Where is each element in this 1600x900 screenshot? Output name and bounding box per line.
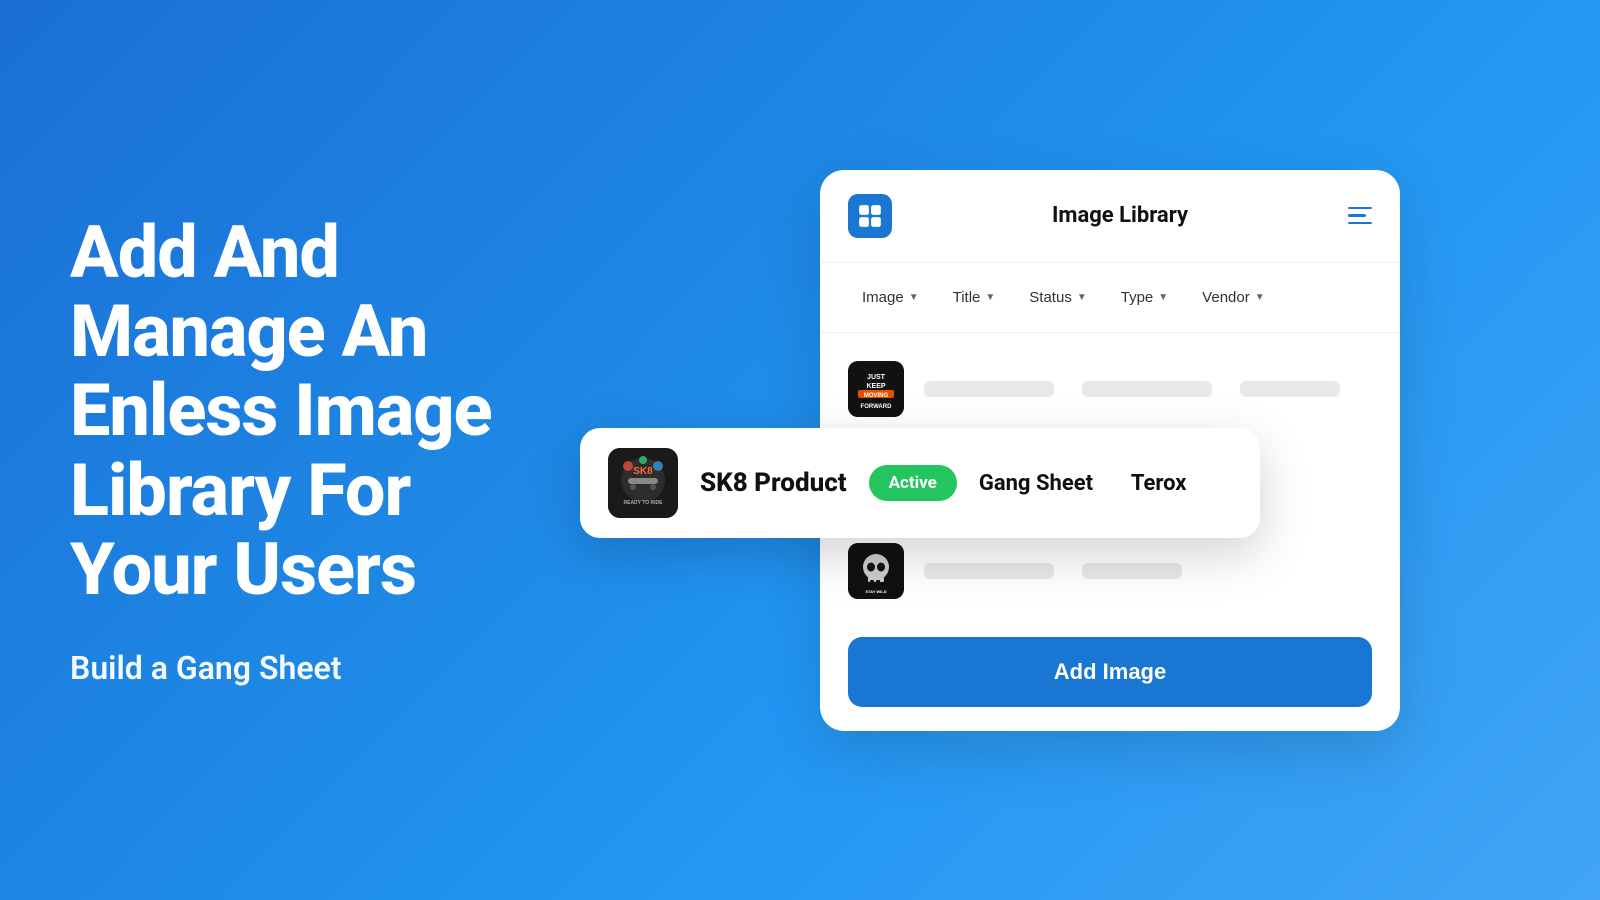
active-status-badge: Active [869, 465, 957, 501]
add-image-button[interactable]: Add Image [848, 637, 1372, 707]
hamburger-line-2 [1348, 214, 1366, 217]
just-keep-forward-graphic: JUST KEEP MOVING FORWARD [848, 361, 904, 417]
hamburger-line-3 [1348, 222, 1372, 225]
status-filter-label: Status [1029, 289, 1072, 306]
left-section: Add And Manage An Enless Image Library F… [0, 153, 620, 747]
image-filter-button[interactable]: Image ▼ [848, 281, 933, 314]
image-filter-label: Image [862, 289, 904, 306]
svg-text:STAY WILD: STAY WILD [865, 589, 886, 594]
app-logo [848, 194, 892, 238]
row-1-image: JUST KEEP MOVING FORWARD [848, 361, 904, 417]
row-1-type-skeleton [1240, 381, 1340, 397]
hamburger-menu-icon[interactable] [1348, 207, 1372, 225]
featured-vendor-label: Terox [1131, 471, 1187, 496]
table-row: STAY WILD [820, 525, 1400, 617]
status-filter-chevron: ▼ [1077, 292, 1087, 303]
svg-text:FORWARD: FORWARD [861, 404, 893, 410]
svg-text:SK8: SK8 [633, 466, 653, 477]
svg-text:KEEP: KEEP [866, 383, 885, 390]
hero-title: Add And Manage An Enless Image Library F… [70, 213, 550, 609]
svg-text:READY TO RIDE: READY TO RIDE [624, 500, 664, 506]
logo-icon [857, 203, 883, 229]
row-2-title-skeleton [924, 563, 1054, 579]
vendor-filter-button[interactable]: Vendor ▼ [1188, 281, 1278, 314]
card-header: Image Library [820, 170, 1400, 263]
featured-product-title: SK8 Product [700, 468, 847, 498]
row-2-status-skeleton [1082, 563, 1182, 579]
svg-text:JUST: JUST [867, 374, 886, 381]
sk8-product-graphic: SK8 READY TO RIDE [608, 448, 678, 518]
featured-type-label: Gang Sheet [979, 471, 1109, 496]
filter-bar: Image ▼ Title ▼ Status ▼ Type ▼ Vendor ▼ [820, 263, 1400, 333]
vendor-filter-chevron: ▼ [1255, 292, 1265, 303]
image-filter-chevron: ▼ [909, 292, 919, 303]
type-filter-label: Type [1121, 289, 1154, 306]
row-1-status-skeleton [1082, 381, 1212, 397]
title-filter-chevron: ▼ [985, 292, 995, 303]
row-1-title-skeleton [924, 381, 1054, 397]
svg-text:MOVING: MOVING [864, 393, 889, 399]
hero-subtitle: Build a Gang Sheet [70, 649, 550, 687]
title-filter-label: Title [953, 289, 981, 306]
featured-row-card: SK8 READY TO RIDE SK8 Product Active Gan… [580, 428, 1260, 538]
stay-wild-free-graphic: STAY WILD [848, 543, 904, 599]
row-2-image: STAY WILD [848, 543, 904, 599]
row-1-fields [924, 381, 1372, 397]
featured-row-image: SK8 READY TO RIDE [608, 448, 678, 518]
table-row: JUST KEEP MOVING FORWARD [820, 343, 1400, 435]
panel-title: Image Library [1052, 203, 1188, 228]
vendor-filter-label: Vendor [1202, 289, 1250, 306]
row-2-fields [924, 563, 1372, 579]
type-filter-chevron: ▼ [1158, 292, 1168, 303]
status-filter-button[interactable]: Status ▼ [1015, 281, 1100, 314]
hamburger-line-1 [1348, 207, 1372, 210]
type-filter-button[interactable]: Type ▼ [1107, 281, 1182, 314]
right-section: Image Library Image ▼ Title ▼ Status ▼ [620, 0, 1600, 900]
title-filter-button[interactable]: Title ▼ [939, 281, 1010, 314]
